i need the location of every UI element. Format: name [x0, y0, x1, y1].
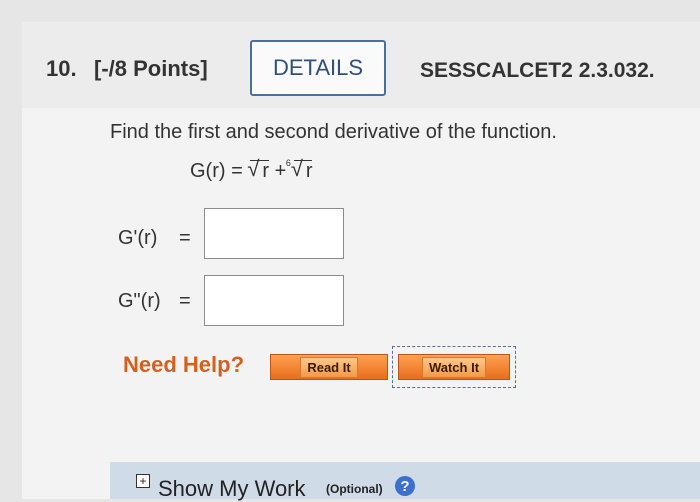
question-points: [-/8 Points] [94, 56, 208, 81]
radicand-2: r [305, 160, 313, 182]
show-work-optional: (Optional) [326, 482, 383, 496]
first-derivative-input[interactable] [204, 208, 344, 259]
read-it-label: Read It [300, 356, 358, 378]
help-question-icon[interactable]: ? [395, 476, 415, 496]
radicand-1: r [262, 160, 270, 182]
function-lhs: G(r) = [190, 160, 249, 182]
second-derivative-label: G"(r) [118, 290, 161, 312]
question-prompt: Find the first and second derivative of … [110, 121, 557, 143]
second-derivative-equals: = [179, 290, 191, 312]
watch-it-label: Watch It [421, 356, 487, 378]
sixth-root: 6r [286, 158, 313, 182]
details-button[interactable]: DETAILS [250, 40, 386, 96]
question-number: 10. [46, 56, 77, 81]
watch-it-button[interactable]: Watch It [398, 354, 510, 380]
need-help-label: Need Help? [123, 352, 245, 377]
read-it-button[interactable]: Read It [270, 354, 388, 380]
function-expression: G(r) = r + 6r [190, 158, 313, 183]
root-index: 6 [285, 158, 291, 168]
first-derivative-equals: = [179, 227, 191, 249]
second-derivative-input[interactable] [204, 275, 344, 326]
first-derivative-label: G'(r) [118, 227, 158, 249]
show-work-label[interactable]: Show My Work [158, 476, 306, 502]
expand-plus-icon[interactable]: + [136, 474, 150, 488]
square-root: r [247, 159, 270, 182]
question-code: SESSCALCET2 2.3.032. [420, 59, 655, 82]
